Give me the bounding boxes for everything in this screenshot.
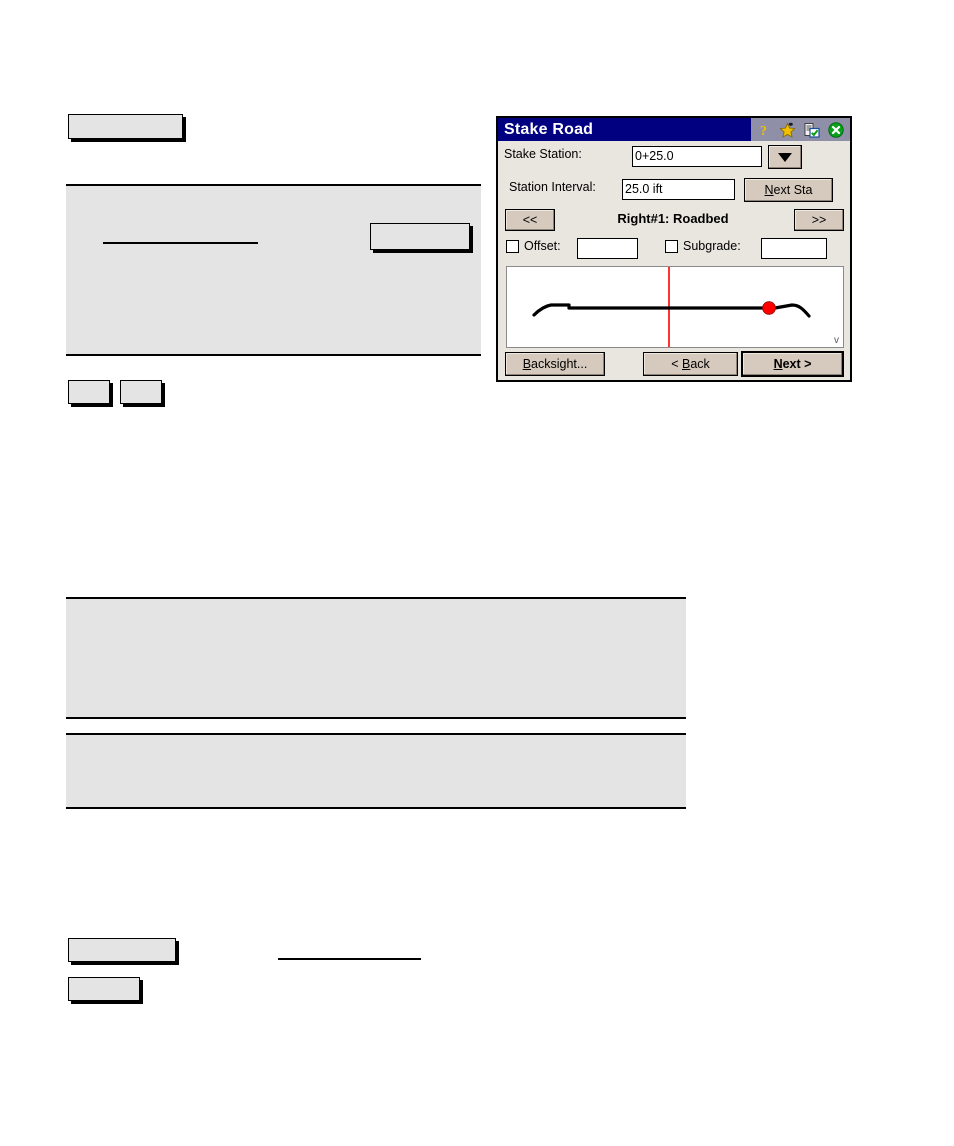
subgrade-checkbox[interactable]	[665, 239, 678, 253]
subgrade-checkbox-row: Subgrade:	[665, 239, 741, 253]
next-section-button[interactable]: >>	[794, 209, 844, 231]
previous-section-label: <<	[522, 213, 538, 227]
doc-placeholder-mid-inner-box	[370, 223, 470, 250]
close-icon[interactable]	[827, 121, 844, 138]
back-button[interactable]: < Back	[643, 352, 738, 376]
station-interval-label: Station Interval:	[509, 180, 596, 194]
stake-point	[762, 301, 776, 315]
star-icon[interactable]	[779, 121, 796, 138]
offset-input[interactable]	[577, 238, 638, 259]
subgrade-input[interactable]	[761, 238, 827, 259]
stake-road-dialog: Stake Road ? Stake Station: 0+25.0 Stati…	[496, 116, 852, 382]
back-button-label: < Back	[671, 357, 710, 371]
stake-station-input[interactable]: 0+25.0	[632, 146, 762, 167]
titlebar-icon-group: ?	[751, 118, 850, 141]
backsight-button-label: Backsight...	[522, 357, 588, 371]
clipboard-check-icon[interactable]	[803, 121, 820, 138]
doc-placeholder-bottom-box-2	[68, 977, 140, 1001]
subgrade-label: Subgrade:	[683, 239, 741, 253]
help-icon[interactable]: ?	[755, 121, 772, 138]
cross-section-view[interactable]: v	[506, 266, 844, 348]
next-sta-button[interactable]: Next Sta	[744, 178, 833, 202]
offset-checkbox-row: Offset:	[506, 239, 561, 253]
stake-station-dropdown-button[interactable]	[768, 145, 802, 169]
doc-placeholder-small-box-1	[68, 380, 110, 404]
previous-section-button[interactable]: <<	[505, 209, 555, 231]
stake-station-label: Stake Station:	[504, 147, 582, 161]
doc-placeholder-small-box-2	[120, 380, 162, 404]
doc-placeholder-bottom-box-1	[68, 938, 176, 962]
next-section-label: >>	[811, 213, 827, 227]
station-interval-input[interactable]: 25.0 ift	[622, 179, 735, 200]
doc-placeholder-mid-rule	[103, 242, 258, 244]
doc-placeholder-top-button	[68, 114, 183, 139]
doc-placeholder-mid-band	[66, 184, 481, 356]
svg-text:?: ?	[760, 124, 767, 138]
corner-marker: v	[834, 335, 839, 346]
doc-placeholder-band-small	[66, 733, 686, 809]
doc-placeholder-bottom-rule	[278, 958, 421, 960]
dialog-titlebar: Stake Road ?	[498, 118, 850, 141]
next-button[interactable]: Next >	[741, 351, 844, 377]
offset-label: Offset:	[524, 239, 561, 253]
chevron-down-icon	[778, 152, 792, 162]
dialog-title: Stake Road	[504, 121, 594, 138]
next-button-label: Next >	[773, 357, 812, 371]
doc-placeholder-band-large	[66, 597, 686, 719]
next-sta-button-label: Next Sta	[764, 183, 813, 197]
section-title: Right#1: Roadbed	[617, 211, 729, 226]
cross-section-svg	[532, 267, 811, 347]
backsight-button[interactable]: Backsight...	[505, 352, 605, 376]
offset-checkbox[interactable]	[506, 239, 519, 253]
